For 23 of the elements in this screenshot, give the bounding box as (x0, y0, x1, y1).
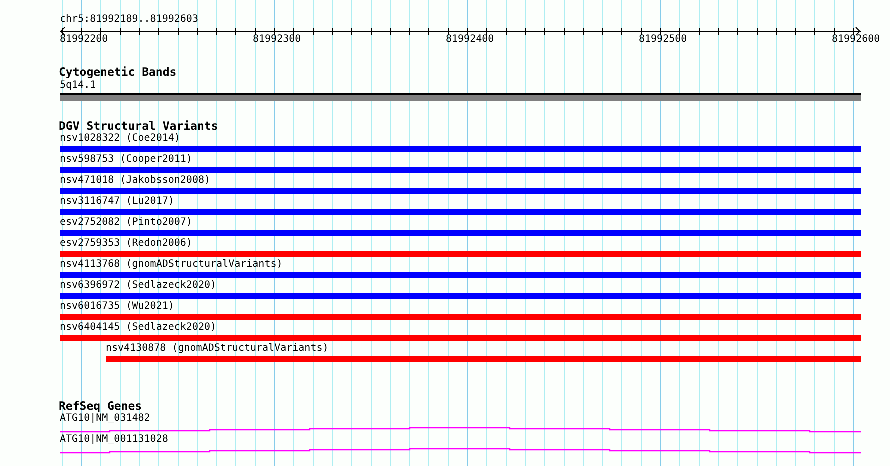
feature-label: ATG10|NM_031482 (60, 413, 150, 425)
tick-label: 81992400 (446, 34, 494, 46)
feature-label: nsv6016735 (Wu2021) (60, 301, 174, 313)
feature-label: nsv6396972 (Sedlazeck2020) (60, 280, 217, 292)
tick-label: 81992600 (832, 34, 880, 46)
feature-label: nsv6404145 (Sedlazeck2020) (60, 322, 217, 334)
feature-label: nsv4113768 (gnomADStructuralVariants) (60, 259, 283, 271)
feature-label: esv2759353 (Redon2006) (60, 238, 192, 250)
feature-label: nsv3116747 (Lu2017) (60, 196, 174, 208)
feature-label: nsv1028322 (Coe2014) (60, 133, 180, 145)
feature-label: ATG10|NM_001131028 (60, 434, 168, 446)
region-label: chr5:81992189..81992603 (60, 14, 198, 26)
feature-label: nsv598753 (Cooper2011) (60, 154, 192, 166)
feature-label: nsv471018 (Jakobsson2008) (60, 175, 211, 187)
feature-label: 5q14.1 (60, 80, 96, 92)
tick-label: 81992300 (253, 34, 302, 46)
tick-label: 81992200 (60, 34, 108, 46)
track-title: RefSeq Genes (59, 400, 142, 413)
tick-label: 81992500 (639, 34, 688, 46)
feature-label: nsv4130878 (gnomADStructuralVariants) (106, 343, 329, 355)
feature-label: esv2752082 (Pinto2007) (60, 217, 192, 229)
track-title: Cytogenetic Bands (59, 66, 177, 79)
track-title: DGV Structural Variants (59, 120, 218, 133)
